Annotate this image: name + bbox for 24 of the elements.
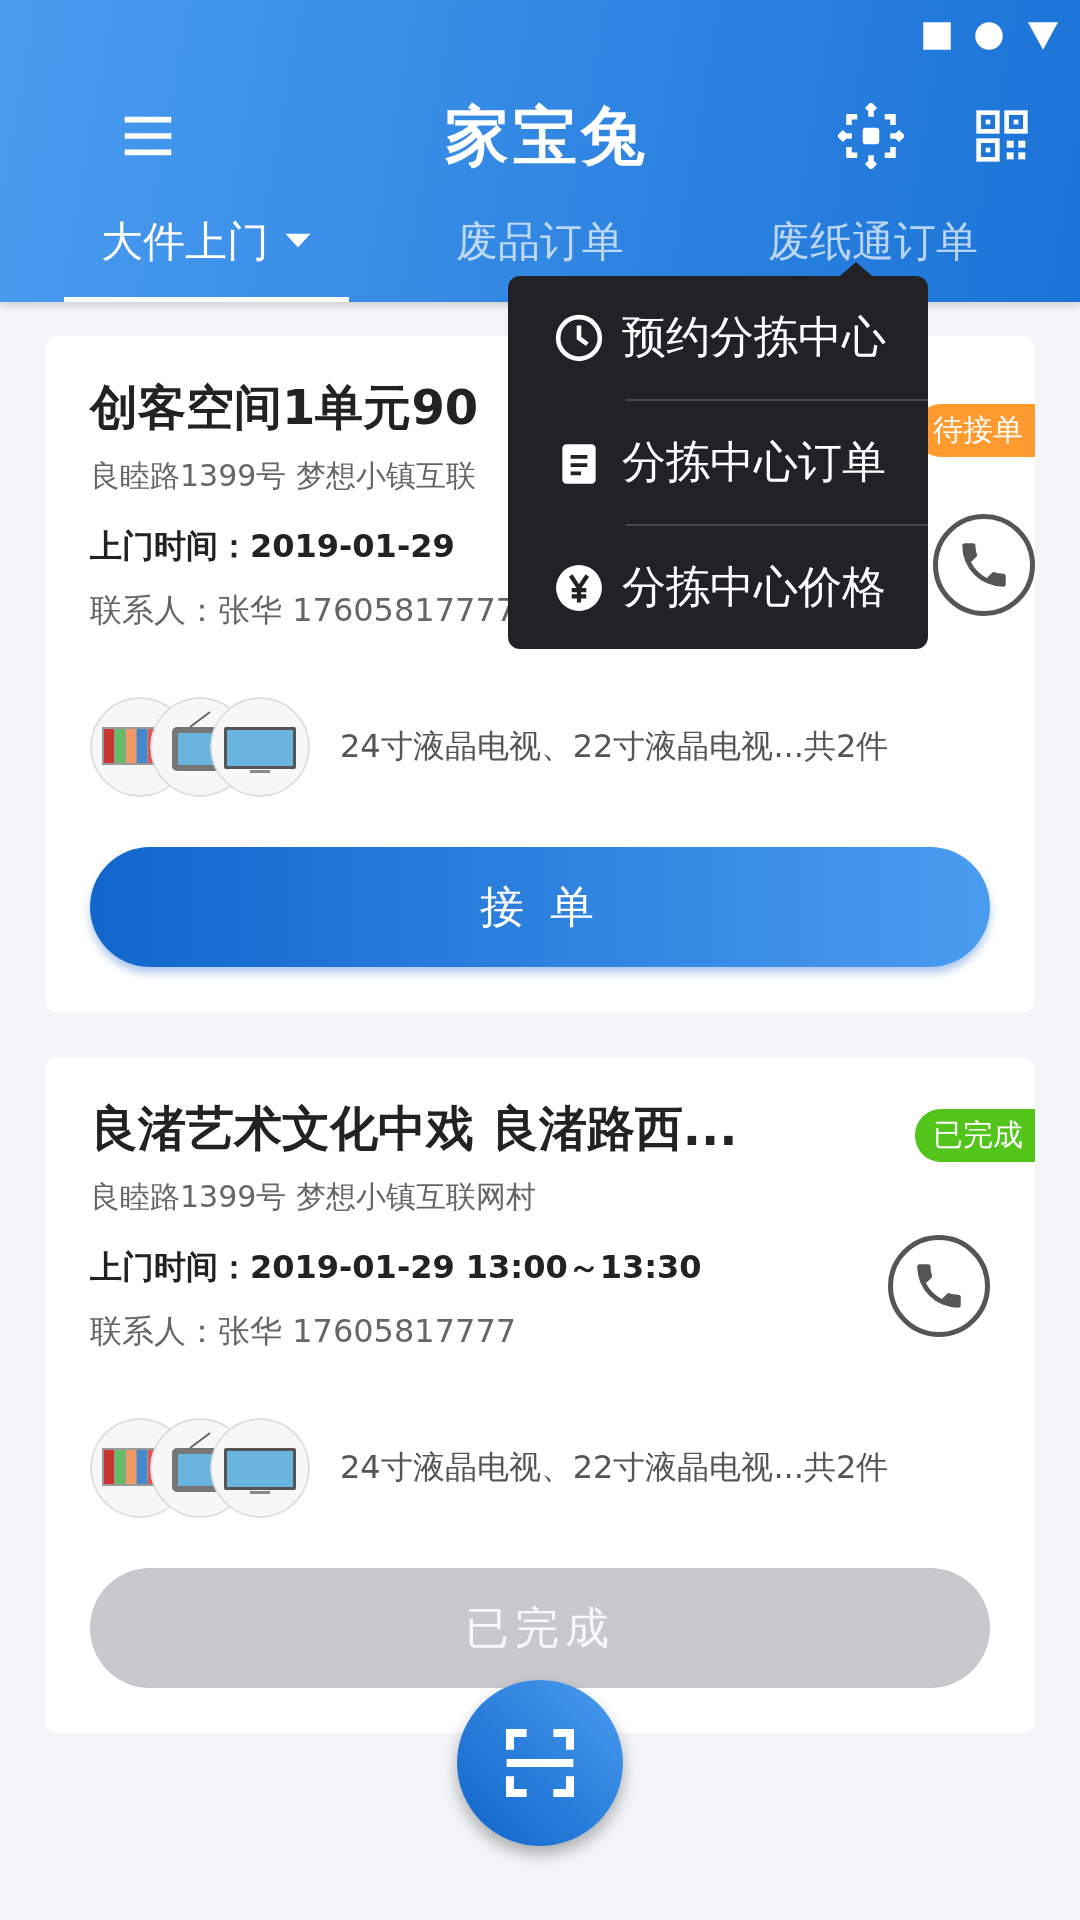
- contact-text: 联系人：张华 17605817777: [90, 1311, 517, 1352]
- triangle-icon: [1026, 21, 1060, 51]
- status-badge: 已完成: [915, 1109, 1035, 1162]
- app-title: 家宝兔: [444, 97, 650, 175]
- crosshair-frame-icon: [838, 103, 904, 169]
- clock-icon: [554, 312, 604, 363]
- accept-order-button[interactable]: 接 单: [90, 847, 990, 967]
- locate-button[interactable]: [838, 103, 904, 169]
- circle-icon: [974, 21, 1004, 51]
- menu-item[interactable]: 分拣中心订单: [508, 401, 898, 524]
- address-text: 良睦路1399号 梦想小镇互联: [90, 457, 476, 495]
- address-text: 良睦路1399号 梦想小镇互联网村: [90, 1178, 536, 1216]
- order-title: 良渚艺术文化中戏 良渚路西...: [90, 1099, 738, 1158]
- items-summary: 24寸液晶电视、22寸液晶电视...共2件: [340, 1447, 889, 1488]
- visit-time: 上门时间：2019-01-29 13:00～13:30: [90, 1247, 702, 1288]
- yen-icon: [554, 562, 604, 613]
- scan-button[interactable]: [457, 1680, 623, 1846]
- visit-time: 上门时间：2019-01-29: [90, 526, 455, 567]
- qr-code-button[interactable]: [974, 108, 1030, 164]
- square-icon: [922, 21, 952, 51]
- items-summary: 24寸液晶电视、22寸液晶电视...共2件: [340, 726, 889, 767]
- tab[interactable]: 大件上门: [64, 200, 350, 302]
- order-title: 创客空间1单元90: [90, 378, 479, 437]
- qr-code-icon: [974, 108, 1030, 164]
